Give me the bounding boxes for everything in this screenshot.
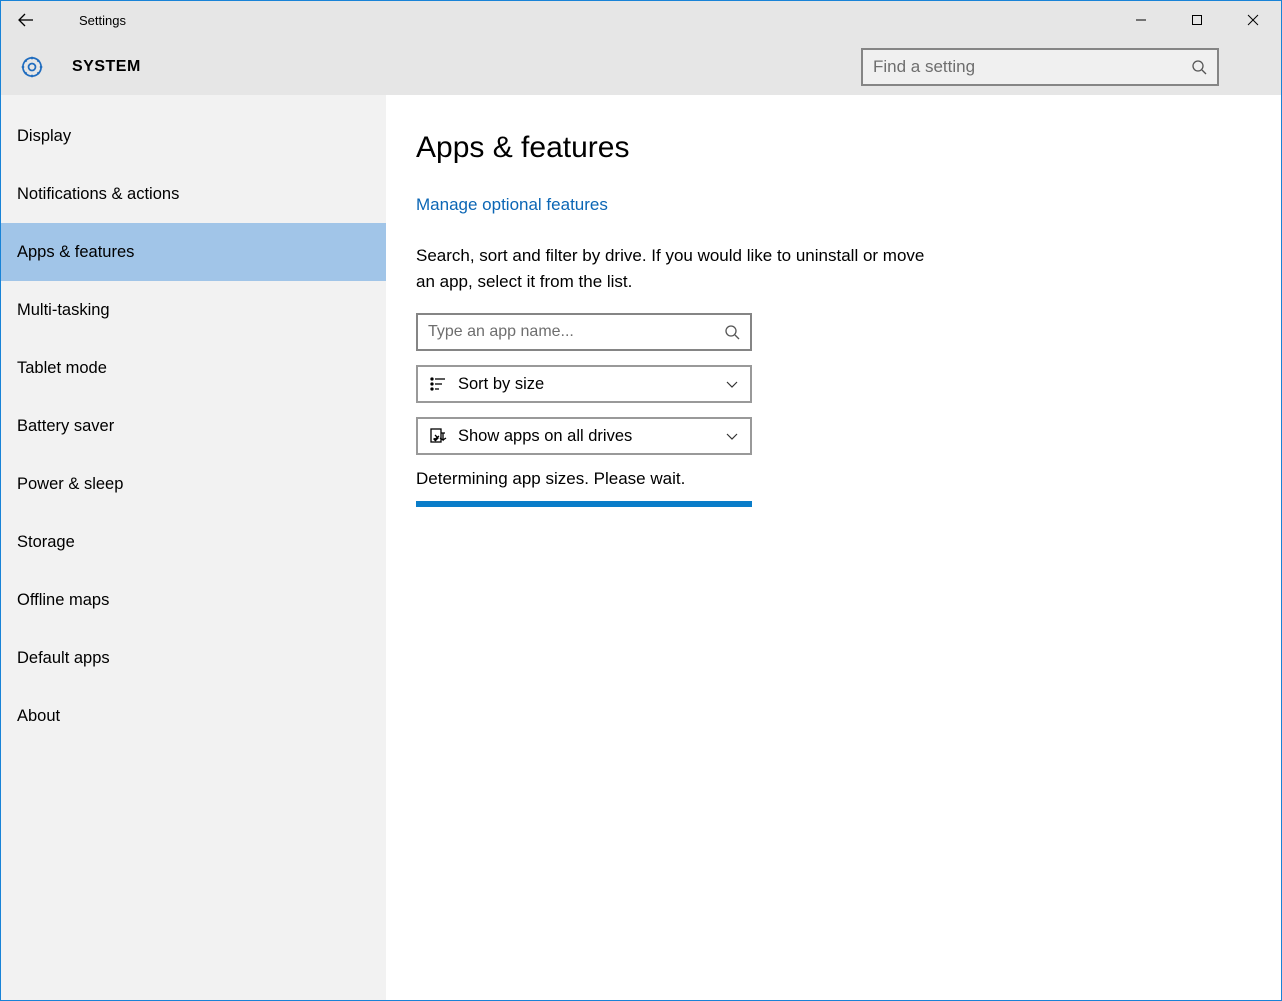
maximize-button[interactable] [1169,1,1225,39]
sidebar-item-multitasking[interactable]: Multi-tasking [1,281,386,339]
sidebar-item-battery[interactable]: Battery saver [1,397,386,455]
search-icon [1191,59,1207,75]
app-search-input[interactable] [428,323,724,341]
back-button[interactable] [1,1,51,39]
sidebar-item-label: Default apps [17,649,110,668]
sidebar-item-storage[interactable]: Storage [1,513,386,571]
section-title: SYSTEM [72,58,141,76]
maximize-icon [1191,14,1203,26]
sidebar-item-label: Offline maps [17,591,109,610]
chevron-down-icon [726,429,738,444]
sidebar-item-label: Display [17,127,71,146]
sidebar-item-label: Tablet mode [17,359,107,378]
sidebar-item-tablet[interactable]: Tablet mode [1,339,386,397]
sidebar: Display Notifications & actions Apps & f… [1,95,386,1000]
header: SYSTEM [1,39,1281,95]
header-left: SYSTEM [19,54,141,80]
sidebar-item-label: About [17,707,60,726]
window-controls [1113,1,1281,39]
sidebar-item-offline-maps[interactable]: Offline maps [1,571,386,629]
manage-optional-features-link[interactable]: Manage optional features [416,195,608,215]
content: Apps & features Manage optional features… [386,95,1281,1000]
drive-label: Show apps on all drives [458,427,726,446]
status-text: Determining app sizes. Please wait. [416,469,1281,489]
app-search-box[interactable] [416,313,752,351]
page-heading: Apps & features [416,131,1281,165]
sidebar-item-label: Notifications & actions [17,185,179,204]
sidebar-item-apps[interactable]: Apps & features [1,223,386,281]
close-icon [1247,14,1259,26]
sidebar-item-label: Apps & features [17,243,134,262]
search-icon [724,324,740,340]
settings-search-input[interactable] [873,57,1191,77]
close-button[interactable] [1225,1,1281,39]
description-text: Search, sort and filter by drive. If you… [416,243,936,295]
chevron-down-icon [726,377,738,392]
sort-label: Sort by size [458,375,726,394]
back-arrow-icon [16,10,36,30]
body: Display Notifications & actions Apps & f… [1,95,1281,1000]
drive-icon [428,427,448,445]
drive-dropdown[interactable]: Show apps on all drives [416,417,752,455]
gear-icon [19,54,45,80]
sidebar-item-default-apps[interactable]: Default apps [1,629,386,687]
window-title: Settings [79,13,126,28]
sort-dropdown[interactable]: Sort by size [416,365,752,403]
sidebar-item-label: Multi-tasking [17,301,110,320]
sidebar-item-display[interactable]: Display [1,107,386,165]
sidebar-item-label: Storage [17,533,75,552]
settings-search[interactable] [861,48,1219,86]
sort-icon [428,376,448,392]
sidebar-item-label: Power & sleep [17,475,123,494]
sidebar-item-label: Battery saver [17,417,114,436]
titlebar: Settings [1,1,1281,39]
sidebar-item-about[interactable]: About [1,687,386,745]
minimize-icon [1135,14,1147,26]
sidebar-item-notifications[interactable]: Notifications & actions [1,165,386,223]
progress-bar [416,501,752,507]
sidebar-item-power[interactable]: Power & sleep [1,455,386,513]
minimize-button[interactable] [1113,1,1169,39]
